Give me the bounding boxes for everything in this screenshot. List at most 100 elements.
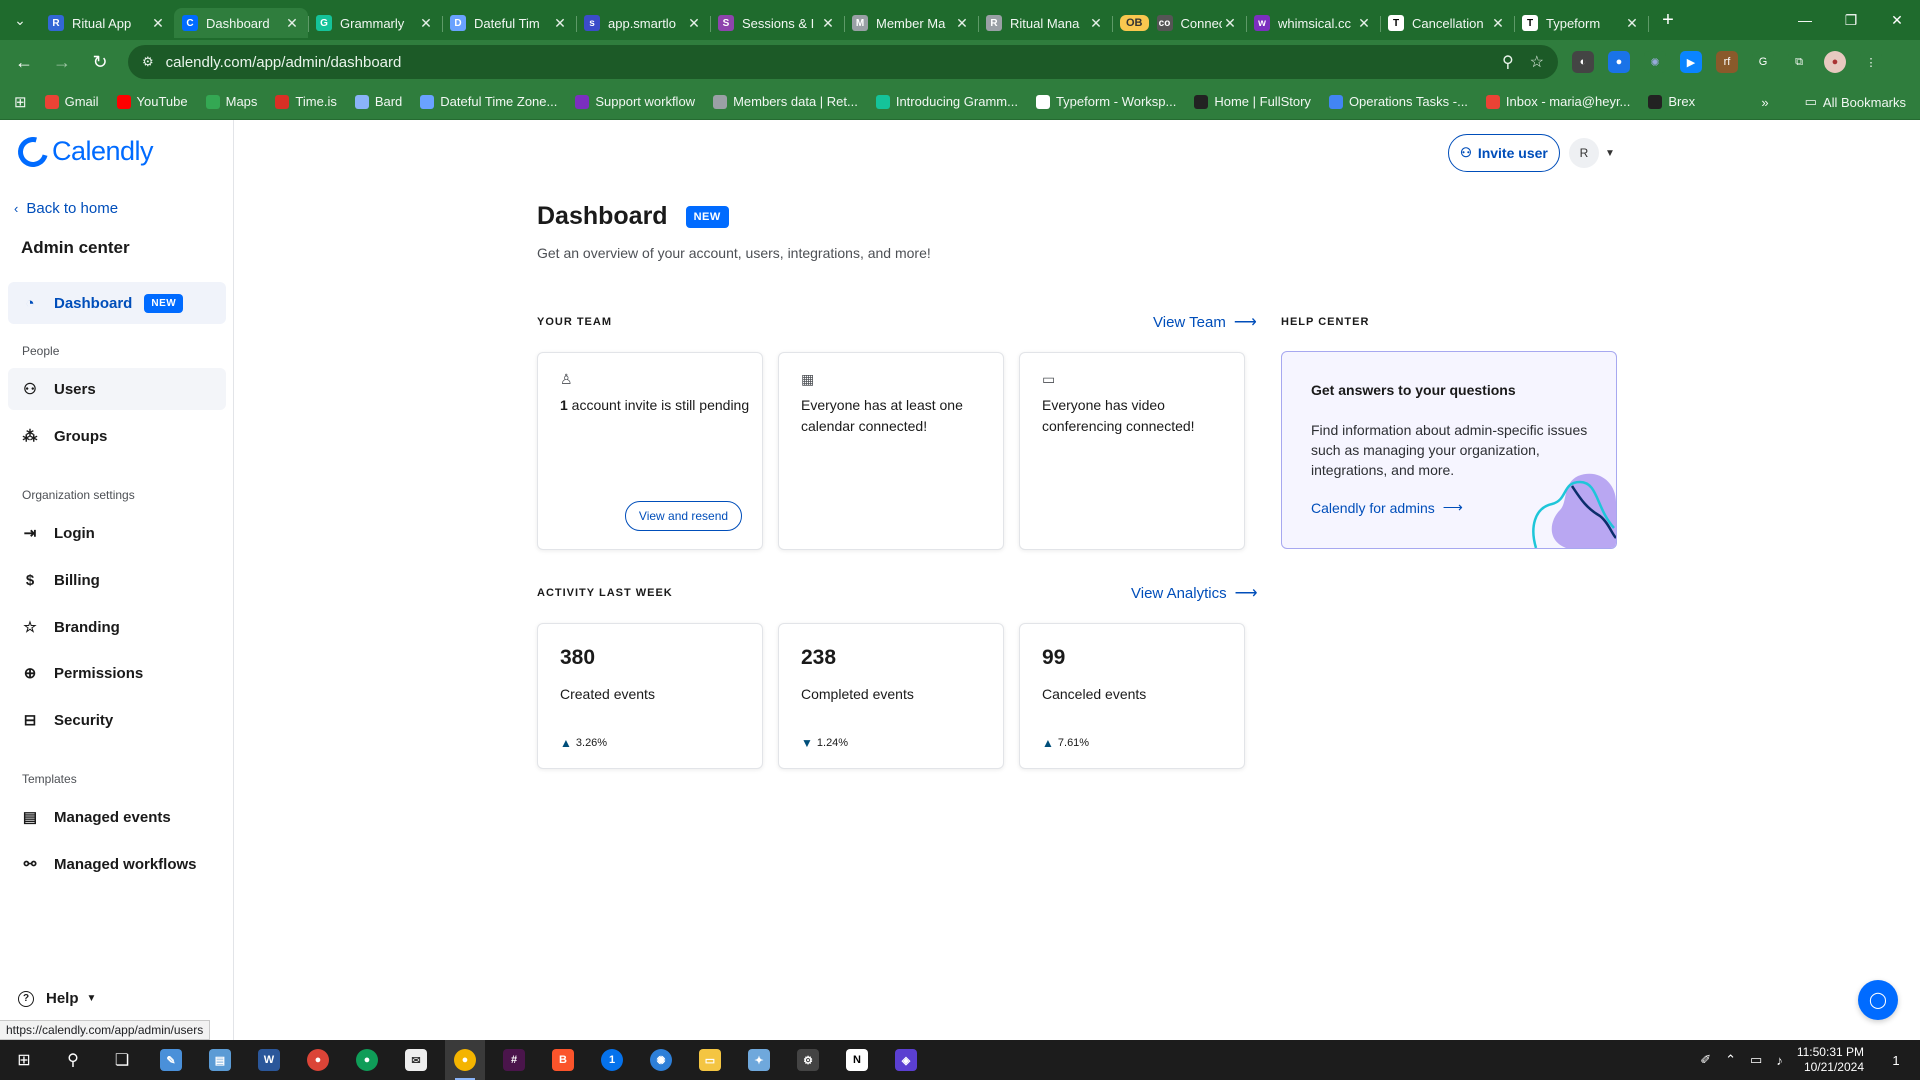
back-to-home-link[interactable]: ‹ Back to home	[14, 200, 118, 217]
brave-app-icon[interactable]: B	[543, 1040, 583, 1080]
tab-close-icon[interactable]: ✕	[820, 15, 836, 32]
volume-icon[interactable]: ♪	[1776, 1053, 1783, 1068]
notification-icon[interactable]: 1	[1882, 1048, 1910, 1072]
browser-tab[interactable]: D Dateful Tim ✕	[442, 8, 577, 38]
extension-2-icon[interactable]: ●	[1608, 51, 1630, 73]
1password-app-icon[interactable]: 1	[592, 1040, 632, 1080]
windows-start-icon[interactable]: ⊞	[4, 1040, 44, 1080]
tab-close-icon[interactable]: ✕	[686, 15, 702, 32]
clock[interactable]: 11:50:31 PM 10/21/2024	[1797, 1045, 1864, 1075]
new-tab-button[interactable]: +	[1652, 4, 1684, 36]
extension-5-icon[interactable]: rf	[1716, 51, 1738, 73]
bookmark-item[interactable]: Home | FullStory	[1194, 94, 1311, 109]
word-app-icon[interactable]: W	[249, 1040, 289, 1080]
extension-3-icon[interactable]: ✺	[1644, 51, 1666, 73]
chrome-profile-2-icon[interactable]: ●	[347, 1040, 387, 1080]
tab-close-icon[interactable]: ✕	[1624, 15, 1640, 32]
slack-app-icon[interactable]: #	[494, 1040, 534, 1080]
extensions-puzzle-icon[interactable]: ⧉	[1788, 51, 1810, 73]
profile-avatar-icon[interactable]: ●	[1824, 51, 1846, 73]
bookmark-item[interactable]: Inbox - maria@heyr...	[1485, 94, 1630, 109]
reload-icon[interactable]: ↻	[84, 46, 116, 78]
tab-close-icon[interactable]: ✕	[150, 15, 166, 32]
tab-close-icon[interactable]: ✕	[1088, 15, 1104, 32]
bookmark-item[interactable]: YouTube	[116, 94, 188, 109]
sidebar-item-users[interactable]: ⚇ Users	[8, 368, 226, 410]
bookmark-item[interactable]: Brex	[1648, 94, 1695, 109]
sidebar-item-groups[interactable]: ⁂ Groups	[8, 415, 226, 457]
minimize-icon[interactable]: —	[1782, 0, 1828, 40]
apps-grid-icon[interactable]: ⊞	[14, 93, 27, 111]
sidebar-item-permissions[interactable]: ⊕ Permissions	[8, 652, 226, 694]
invite-user-button[interactable]: ⚇ Invite user	[1448, 134, 1560, 172]
bookmark-item[interactable]: Bard	[354, 94, 402, 109]
extension-1-icon[interactable]: ◐	[1572, 51, 1594, 73]
zoom-icon[interactable]: ⚲	[1502, 52, 1514, 72]
bookmark-item[interactable]: Members data | Ret...	[713, 94, 858, 109]
chat-support-button[interactable]: ◯	[1858, 980, 1898, 1020]
view-team-link[interactable]: View Team ⟶	[1153, 312, 1257, 332]
tab-close-icon[interactable]: ✕	[1490, 15, 1506, 32]
bookmark-item[interactable]: Introducing Gramm...	[875, 94, 1018, 109]
browser-tab[interactable]: S Sessions & I ✕	[710, 8, 845, 38]
sidebar-item-managed-events[interactable]: ▤ Managed events	[8, 796, 226, 838]
sidebar-item-branding[interactable]: ☆ Branding	[8, 606, 226, 648]
bookmark-item[interactable]: Support workflow	[575, 94, 695, 109]
paint-app-icon[interactable]: ✎	[151, 1040, 191, 1080]
sidebar-item-billing[interactable]: $ Billing	[8, 559, 226, 601]
calendly-logo[interactable]: Calendly	[12, 131, 154, 172]
close-window-icon[interactable]: ✕	[1874, 0, 1920, 40]
file-explorer-icon[interactable]: ▭	[690, 1040, 730, 1080]
chrome-active-icon[interactable]: ●	[445, 1040, 485, 1080]
back-arrow-icon[interactable]: ←	[8, 46, 40, 78]
bookmark-item[interactable]: Maps	[205, 94, 257, 109]
app-gear-icon[interactable]: ✺	[641, 1040, 681, 1080]
restore-icon[interactable]: ❐	[1828, 0, 1874, 40]
more-bookmarks-icon[interactable]: »	[1761, 95, 1768, 110]
tab-close-icon[interactable]: ✕	[418, 15, 434, 32]
tab-close-icon[interactable]: ✕	[284, 15, 300, 32]
avatar[interactable]: R	[1569, 138, 1599, 168]
browser-tab[interactable]: C Dashboard ✕	[174, 8, 309, 38]
bookmark-item[interactable]: Dateful Time Zone...	[420, 94, 557, 109]
sidebar-item-login[interactable]: ⇥ Login	[8, 512, 226, 554]
account-caret-icon[interactable]: ▼	[1605, 148, 1615, 159]
view-analytics-link[interactable]: View Analytics ⟶	[1131, 583, 1258, 603]
grammarly-extension-icon[interactable]: G	[1752, 51, 1774, 73]
app-bird-icon[interactable]: ✦	[739, 1040, 779, 1080]
calendly-for-admins-link[interactable]: Calendly for admins ⟶	[1311, 499, 1463, 516]
browser-tab[interactable]: s app.smartlo ✕	[576, 8, 711, 38]
sidebar-item-dashboard[interactable]: ◔ Dashboard NEW	[8, 282, 226, 324]
browser-tab[interactable]: R Ritual Mana ✕	[978, 8, 1113, 38]
app-purple-icon[interactable]: ◈	[886, 1040, 926, 1080]
browser-menu-icon[interactable]: ⋮	[1860, 51, 1882, 73]
sidebar-item-security[interactable]: ⊟ Security	[8, 699, 226, 741]
browser-tab[interactable]: G Grammarly ✕	[308, 8, 443, 38]
network-icon[interactable]: ▭	[1750, 1052, 1762, 1068]
sidebar-item-managed-workflows[interactable]: ⚯ Managed workflows	[8, 843, 226, 885]
browser-tab[interactable]: T Typeform ✕	[1514, 8, 1649, 38]
tab-close-icon[interactable]: ✕	[1356, 15, 1372, 32]
browser-tab[interactable]: OB co Connectean✕	[1112, 8, 1247, 38]
url-bar[interactable]: ⚙ calendly.com/app/admin/dashboard ⚲ ☆	[128, 45, 1558, 79]
all-bookmarks-link[interactable]: All Bookmarks	[1823, 95, 1906, 110]
notepad-app-icon[interactable]: ▤	[200, 1040, 240, 1080]
settings-app-icon[interactable]: ⚙	[788, 1040, 828, 1080]
task-view-icon[interactable]: ❏	[102, 1040, 142, 1080]
bookmark-item[interactable]: Time.is	[275, 94, 337, 109]
site-info-icon[interactable]: ⚙	[142, 54, 154, 70]
bookmark-star-icon[interactable]: ☆	[1530, 52, 1544, 72]
bookmark-item[interactable]: Gmail	[44, 94, 99, 109]
browser-tab[interactable]: R Ritual App ✕	[40, 8, 175, 38]
tab-close-icon[interactable]: ✕	[1222, 15, 1238, 32]
mail-app-icon[interactable]: ✉	[396, 1040, 436, 1080]
browser-tab[interactable]: w whimsical.cc ✕	[1246, 8, 1381, 38]
tab-close-icon[interactable]: ✕	[552, 15, 568, 32]
browser-tab[interactable]: T Cancellation ✕	[1380, 8, 1515, 38]
view-and-resend-button[interactable]: View and resend	[625, 501, 742, 531]
bookmark-item[interactable]: Operations Tasks -...	[1328, 94, 1468, 109]
search-icon[interactable]: ⚲	[53, 1040, 93, 1080]
chevron-up-icon[interactable]: ⌃	[1725, 1052, 1736, 1068]
browser-tab[interactable]: M Member Ma ✕	[844, 8, 979, 38]
bookmark-item[interactable]: Typeform - Worksp...	[1035, 94, 1176, 109]
